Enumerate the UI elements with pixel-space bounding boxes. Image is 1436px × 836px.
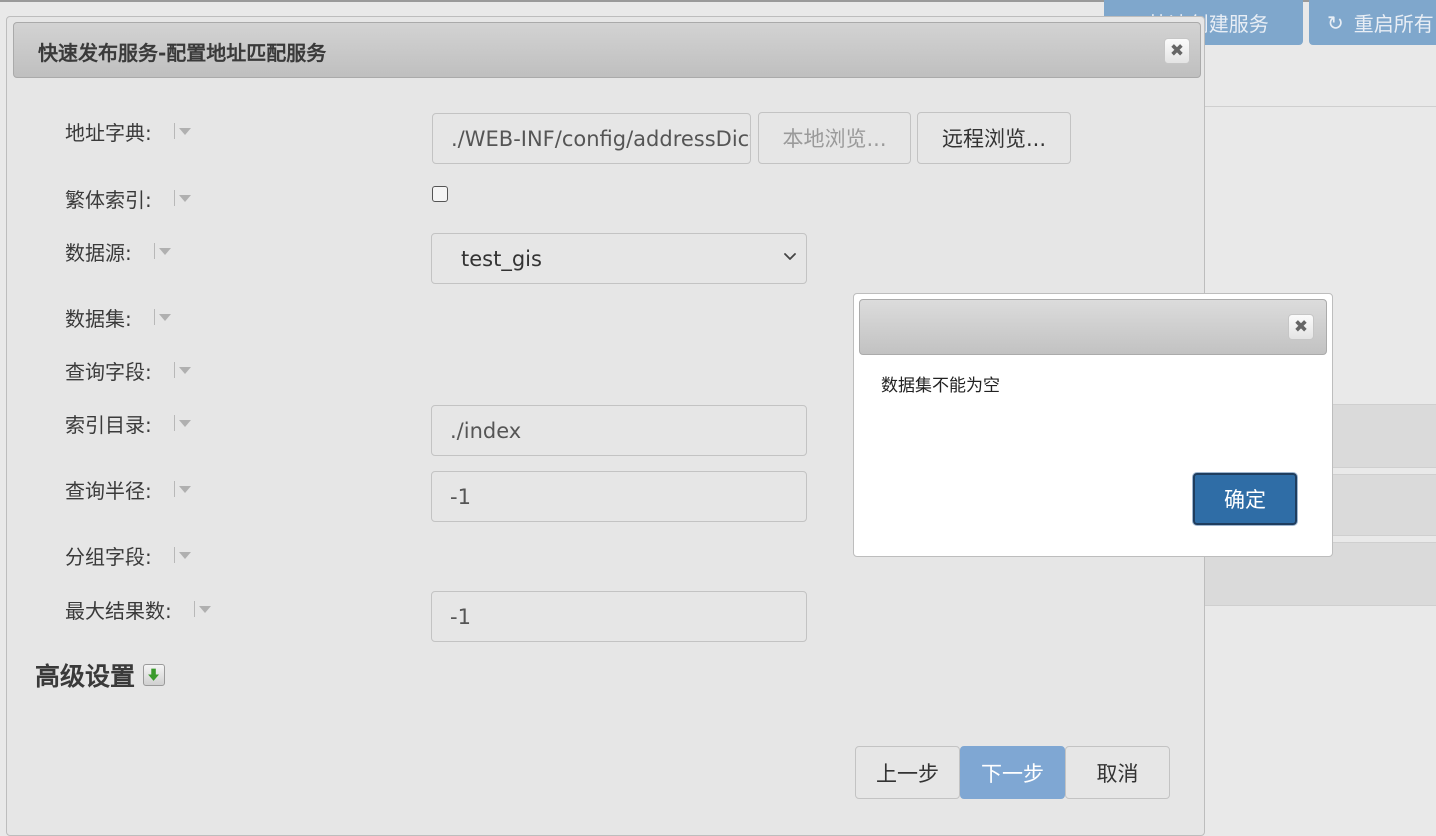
field-label-dataset: 数据集: bbox=[65, 303, 172, 332]
field-label-query-field: 查询字段: bbox=[65, 356, 192, 385]
ok-button[interactable]: 确定 bbox=[1193, 473, 1297, 525]
alert-message: 数据集不能为空 bbox=[881, 376, 1000, 396]
close-icon: ✖ bbox=[1293, 317, 1309, 337]
address-dict-input[interactable]: ./WEB-INF/config/addressDict bbox=[432, 113, 751, 164]
dialog-header: 快速发布服务-配置地址匹配服务 ✖ bbox=[13, 22, 1201, 78]
dialog-title: 快速发布服务-配置地址匹配服务 bbox=[38, 41, 327, 65]
sort-icon[interactable] bbox=[173, 189, 192, 206]
alert-close-button[interactable]: ✖ bbox=[1288, 314, 1314, 340]
advanced-settings-label: 高级设置 bbox=[35, 662, 136, 691]
sort-icon[interactable] bbox=[173, 122, 192, 139]
datasource-selected-value: test_gis bbox=[461, 246, 542, 271]
field-label-address-dict: 地址字典: bbox=[65, 117, 192, 146]
sort-icon[interactable] bbox=[193, 600, 212, 617]
field-label-group-field: 分组字段: bbox=[65, 541, 192, 570]
advanced-settings-toggle[interactable]: 高级设置 bbox=[35, 657, 166, 693]
sort-icon[interactable] bbox=[173, 361, 192, 378]
sort-icon[interactable] bbox=[173, 480, 192, 497]
max-results-input[interactable]: -1 bbox=[431, 591, 807, 642]
expand-down-icon[interactable] bbox=[143, 664, 166, 686]
remote-browse-button[interactable]: 远程浏览... bbox=[917, 112, 1071, 164]
traditional-index-checkbox[interactable] bbox=[432, 186, 448, 202]
sort-icon[interactable] bbox=[153, 308, 172, 325]
cancel-button[interactable]: 取消 bbox=[1065, 746, 1170, 799]
restart-all-button[interactable]: ↻ 重启所有 bbox=[1309, 0, 1436, 45]
field-label-index-dir: 索引目录: bbox=[65, 409, 192, 438]
query-radius-input[interactable]: -1 bbox=[431, 471, 807, 522]
sort-icon[interactable] bbox=[153, 242, 172, 259]
datasource-select[interactable]: test_gis bbox=[431, 233, 807, 284]
next-step-button[interactable]: 下一步 bbox=[960, 746, 1065, 799]
restart-all-label: 重启所有 bbox=[1353, 12, 1434, 36]
sort-icon[interactable] bbox=[173, 546, 192, 563]
alert-dialog: ✖ 数据集不能为空 确定 bbox=[853, 293, 1333, 557]
field-label-traditional-index: 繁体索引: bbox=[65, 184, 192, 213]
bg-divider bbox=[1205, 106, 1436, 107]
local-browse-button[interactable]: 本地浏览... bbox=[758, 112, 911, 164]
prev-step-button[interactable]: 上一步 bbox=[855, 746, 960, 799]
index-dir-input[interactable]: ./index bbox=[431, 405, 807, 456]
field-label-max-results: 最大结果数: bbox=[65, 595, 212, 624]
chevron-down-icon bbox=[784, 253, 796, 260]
sort-icon[interactable] bbox=[173, 414, 192, 431]
close-icon: ✖ bbox=[1169, 41, 1185, 61]
dialog-close-button[interactable]: ✖ bbox=[1164, 38, 1190, 64]
alert-header: ✖ bbox=[859, 299, 1327, 355]
field-label-datasource: 数据源: bbox=[65, 237, 172, 266]
field-label-query-radius: 查询半径: bbox=[65, 475, 192, 504]
refresh-icon: ↻ bbox=[1327, 10, 1344, 35]
